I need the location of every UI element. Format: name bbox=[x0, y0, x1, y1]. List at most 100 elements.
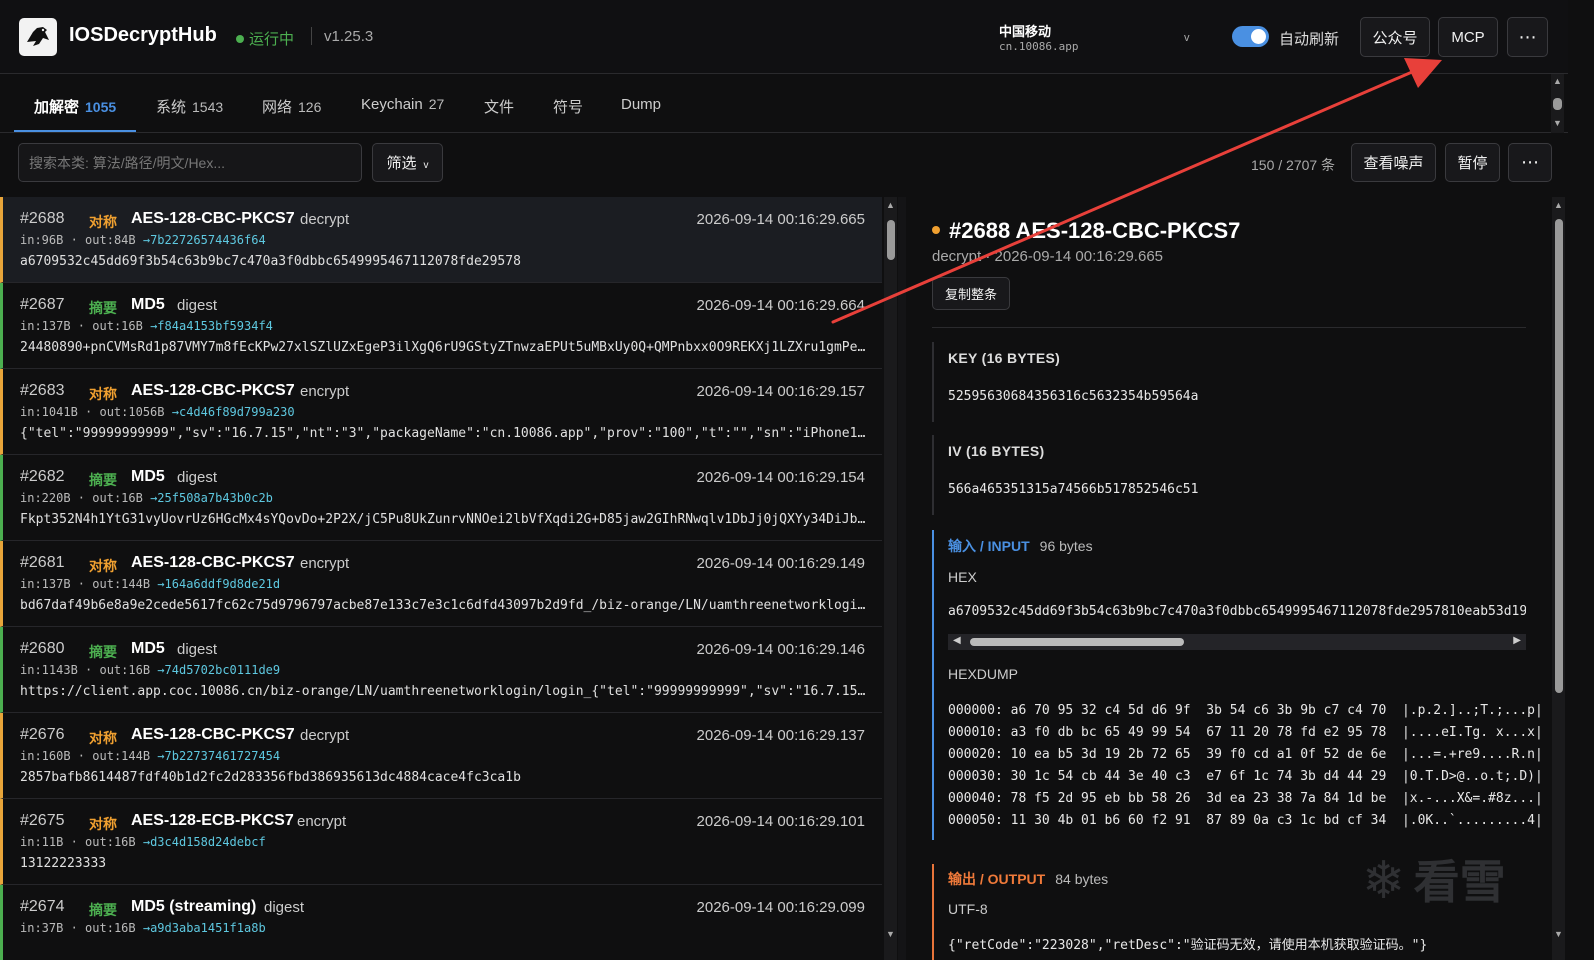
tabbar-scrollbar[interactable]: ▲ ▼ bbox=[1551, 74, 1564, 133]
scroll-thumb[interactable] bbox=[1555, 219, 1563, 693]
tab-crypto[interactable]: 加解密 1055 bbox=[34, 96, 116, 117]
toolbar-more-button[interactable]: ⋯ bbox=[1508, 143, 1552, 182]
iv-label: IV (16 BYTES) bbox=[948, 443, 1045, 459]
more-menu-button[interactable]: ⋯ bbox=[1507, 17, 1548, 57]
scroll-up-icon[interactable]: ▲ bbox=[1552, 200, 1565, 210]
list-item[interactable]: #2674 摘要 MD5 (streaming) digest 2026-09-… bbox=[0, 885, 882, 960]
tab-label: Dump bbox=[621, 96, 662, 113]
detail-scrollbar[interactable]: ▲ ▼ bbox=[1552, 197, 1565, 960]
timestamp: 2026-09-14 00:16:29.146 bbox=[696, 641, 865, 658]
auto-refresh-label: 自动刷新 bbox=[1279, 31, 1340, 48]
output-size: out:16B bbox=[92, 319, 143, 333]
scroll-left-icon[interactable]: ◀ bbox=[953, 635, 961, 646]
output-size: out:16B bbox=[92, 491, 143, 505]
hexdump-line: 000010: a3 f0 db bc 65 49 99 54 67 11 20… bbox=[948, 725, 1543, 740]
io-summary: in:220B · out:16B →25f508a7b43b0c2b bbox=[20, 491, 273, 505]
category-badge: 对称 bbox=[89, 816, 117, 832]
wechat-account-button[interactable]: 公众号 bbox=[1360, 17, 1430, 57]
record-count: 150 / 2707 条 bbox=[1251, 157, 1336, 173]
operation-label: digest bbox=[264, 899, 305, 916]
data-preview: {"tel":"99999999999","sv":"16.7.15","nt"… bbox=[20, 426, 870, 441]
category-badge: 摘要 bbox=[89, 472, 117, 488]
algorithm-name: AES-128-CBC-PKCS7 bbox=[131, 210, 295, 227]
event-number: #2674 bbox=[20, 898, 65, 915]
category-tabs: 加解密 1055 系统 1543 网络 126 Keychain 27 文件 符号 Du… bbox=[0, 74, 1568, 133]
list-item[interactable]: #2676 对称 AES-128-CBC-PKCS7 decrypt 2026-… bbox=[0, 713, 882, 799]
timestamp: 2026-09-14 00:16:29.099 bbox=[696, 899, 865, 916]
input-size: in:1143B bbox=[20, 663, 78, 677]
output-size: out:16B bbox=[99, 663, 151, 677]
input-size: in:96B bbox=[20, 233, 64, 247]
list-scrollbar[interactable]: ▲ ▼ bbox=[884, 197, 897, 960]
category-badge: 对称 bbox=[89, 214, 117, 230]
list-item[interactable]: #2680 摘要 MD5 digest 2026-09-14 00:16:29.… bbox=[0, 627, 882, 713]
scroll-right-icon[interactable]: ▶ bbox=[1513, 635, 1521, 646]
io-summary: in:137B · out:144B →164a6ddf9d8de21d bbox=[20, 577, 281, 591]
view-noise-button[interactable]: 查看噪声 bbox=[1351, 143, 1436, 182]
copy-entry-button[interactable]: 复制整条 bbox=[932, 277, 1010, 310]
category-badge: 对称 bbox=[89, 558, 117, 574]
scroll-thumb[interactable] bbox=[887, 220, 895, 260]
data-preview: Fkpt352N4h1YtG31vyUovrUz6HGcMx4sYQovDo+2… bbox=[20, 512, 870, 527]
version-label: v1.25.3 bbox=[324, 28, 374, 45]
scroll-down-icon[interactable]: ▼ bbox=[1551, 118, 1564, 128]
event-number: #2682 bbox=[20, 468, 65, 485]
io-summary: in:96B · out:84B →7b22726574436f64 bbox=[20, 233, 266, 247]
hexdump-line: 000040: 78 f5 2d 95 eb bb 58 26 3d ea 23… bbox=[948, 791, 1543, 806]
tab-symbols[interactable]: 符号 bbox=[553, 96, 583, 117]
list-item[interactable]: #2687 摘要 MD5 digest 2026-09-14 00:16:29.… bbox=[0, 283, 882, 369]
scroll-down-icon[interactable]: ▼ bbox=[1552, 929, 1565, 939]
active-tab-indicator bbox=[14, 130, 136, 132]
tab-system[interactable]: 系统 1543 bbox=[156, 96, 223, 117]
scroll-thumb[interactable] bbox=[970, 638, 1184, 646]
input-size: in:220B bbox=[20, 491, 71, 505]
scroll-up-icon[interactable]: ▲ bbox=[1551, 76, 1564, 86]
category-badge: 对称 bbox=[89, 730, 117, 746]
status-indicator: 运行中 bbox=[236, 28, 294, 49]
scroll-down-icon[interactable]: ▼ bbox=[884, 929, 897, 939]
auto-refresh-toggle[interactable] bbox=[1232, 26, 1269, 47]
hex-horizontal-scrollbar[interactable]: ◀ ▶ bbox=[948, 634, 1526, 650]
top-bar: IOSDecryptHub 运行中 v1.25.3 中国移动 cn.10086.… bbox=[0, 0, 1568, 74]
tab-dump[interactable]: Dump bbox=[621, 96, 661, 113]
search-input[interactable] bbox=[18, 143, 362, 182]
timestamp: 2026-09-14 00:16:29.101 bbox=[696, 813, 865, 830]
io-summary: in:11B · out:16B →d3c4d158d24debcf bbox=[20, 835, 266, 849]
list-item[interactable]: #2683 对称 AES-128-CBC-PKCS7 encrypt 2026-… bbox=[0, 369, 882, 455]
mcp-button[interactable]: MCP bbox=[1438, 17, 1498, 57]
event-number: #2675 bbox=[20, 812, 65, 829]
chevron-down-icon: v bbox=[423, 160, 429, 171]
tab-files[interactable]: 文件 bbox=[484, 96, 514, 117]
detail-title: #2688 AES-128-CBC-PKCS7 bbox=[932, 218, 1240, 244]
scroll-thumb[interactable] bbox=[1553, 98, 1562, 110]
tab-label: 加解密 bbox=[34, 99, 80, 116]
output-preview: →d3c4d158d24debcf bbox=[142, 835, 266, 849]
list-item[interactable]: #2681 对称 AES-128-CBC-PKCS7 encrypt 2026-… bbox=[0, 541, 882, 627]
status-dot-icon bbox=[932, 226, 940, 234]
input-size: in:137B bbox=[20, 577, 71, 591]
tab-count: 27 bbox=[428, 96, 445, 112]
tab-count: 126 bbox=[298, 99, 322, 115]
key-label: KEY (16 BYTES) bbox=[948, 350, 1061, 366]
tab-count: 1055 bbox=[85, 99, 117, 115]
event-list: #2688 对称 AES-128-CBC-PKCS7 decrypt 2026-… bbox=[0, 197, 882, 960]
panel-splitter[interactable] bbox=[898, 197, 906, 960]
utf8-label: UTF-8 bbox=[948, 901, 988, 917]
input-size: in:160B bbox=[20, 749, 71, 763]
list-item[interactable]: #2675 对称 AES-128-ECB-PKCS7 encrypt 2026-… bbox=[0, 799, 882, 885]
filter-dropdown[interactable]: 筛选 v bbox=[372, 143, 443, 182]
tab-keychain[interactable]: Keychain 27 bbox=[361, 96, 444, 113]
snowflake-icon: ❄ bbox=[1362, 852, 1406, 910]
scroll-up-icon[interactable]: ▲ bbox=[884, 200, 897, 210]
tab-label: 文件 bbox=[484, 99, 515, 116]
list-item[interactable]: #2688 对称 AES-128-CBC-PKCS7 decrypt 2026-… bbox=[0, 197, 882, 283]
chevron-down-icon[interactable]: v bbox=[1184, 32, 1190, 44]
pause-button[interactable]: 暂停 bbox=[1445, 143, 1500, 182]
tab-network[interactable]: 网络 126 bbox=[262, 96, 321, 117]
output-preview: →25f508a7b43b0c2b bbox=[150, 491, 273, 505]
divider bbox=[932, 327, 1526, 328]
list-item[interactable]: #2682 摘要 MD5 digest 2026-09-14 00:16:29.… bbox=[0, 455, 882, 541]
hexdump-block: 000000: a6 70 95 32 c4 5d d6 9f 3b 54 c6… bbox=[948, 700, 1543, 832]
output-size: out:84B bbox=[85, 233, 136, 247]
algorithm-name: AES-128-ECB-PKCS7 bbox=[131, 812, 294, 829]
